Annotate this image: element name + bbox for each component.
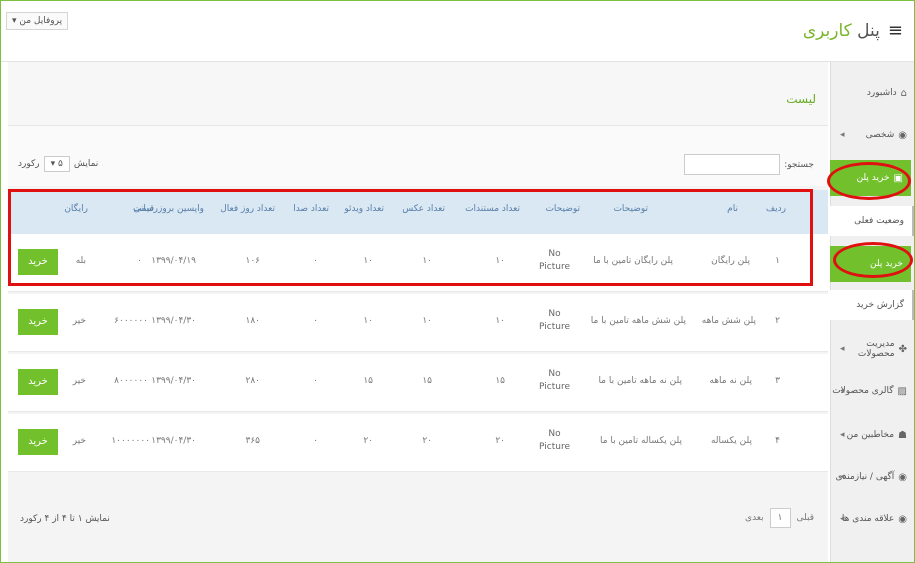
page-frame xyxy=(0,0,915,563)
